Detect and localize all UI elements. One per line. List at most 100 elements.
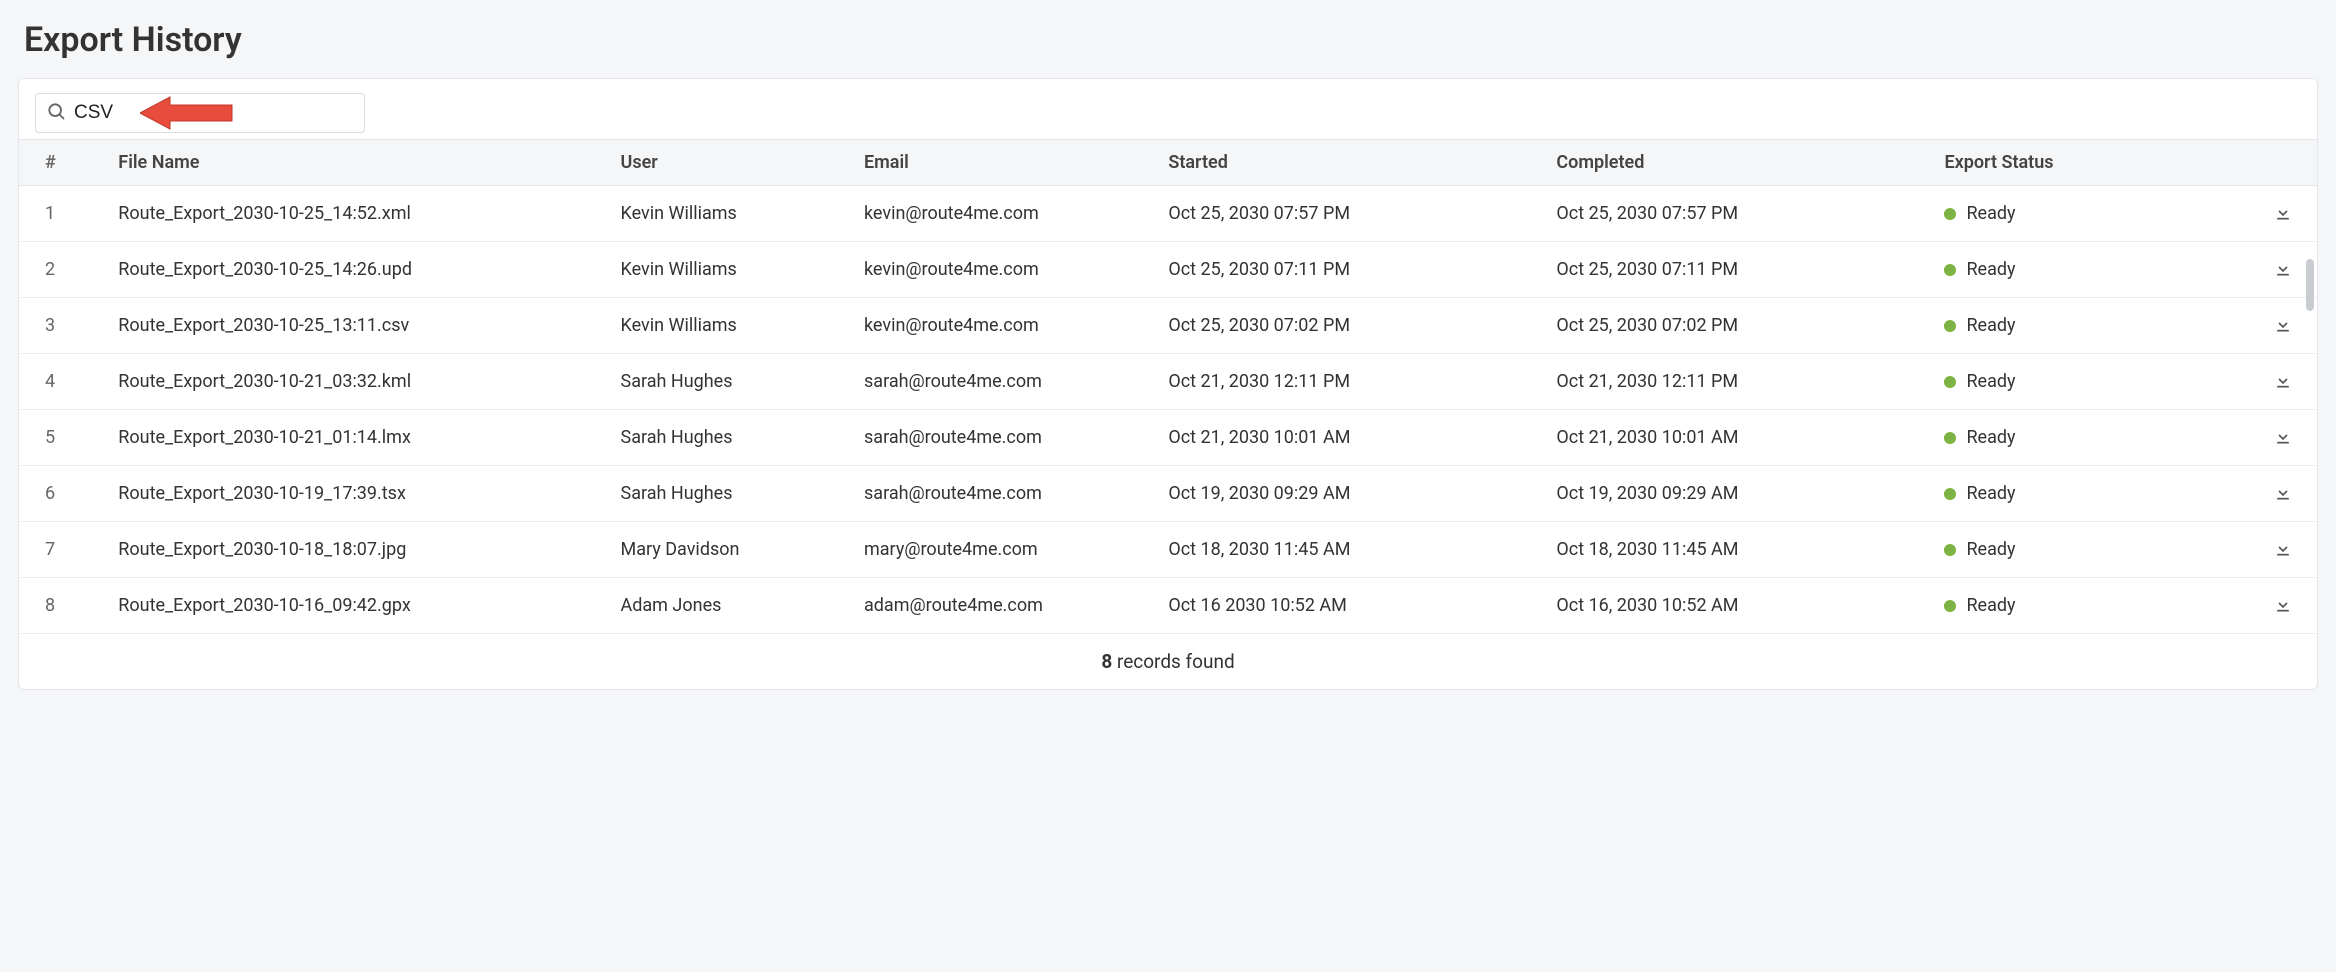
cell-status: Ready [1936,242,2225,298]
status-text: Ready [1966,315,2015,336]
download-icon [2273,370,2293,390]
download-button[interactable] [2271,480,2295,504]
cell-email: sarah@route4me.com [856,410,1160,466]
records-label: records found [1112,650,1234,673]
cell-started: Oct 25, 2030 07:11 PM [1160,242,1548,298]
status-dot-icon [1944,432,1956,444]
cell-user: Sarah Hughes [613,466,856,522]
cell-started: Oct 19, 2030 09:29 AM [1160,466,1548,522]
cell-user: Sarah Hughes [613,410,856,466]
cell-status: Ready [1936,354,2225,410]
cell-status: Ready [1936,578,2225,634]
cell-status: Ready [1936,410,2225,466]
col-header-email[interactable]: Email [856,140,1160,186]
table-row: 8Route_Export_2030-10-16_09:42.gpxAdam J… [19,578,2317,634]
table-row: 1Route_Export_2030-10-25_14:52.xmlKevin … [19,186,2317,242]
status-text: Ready [1966,539,2015,560]
search-input[interactable] [74,102,354,124]
cell-completed: Oct 25, 2030 07:11 PM [1548,242,1936,298]
cell-started: Oct 25, 2030 07:57 PM [1160,186,1548,242]
status-text: Ready [1966,203,2015,224]
cell-user: Kevin Williams [613,186,856,242]
cell-email: mary@route4me.com [856,522,1160,578]
cell-status: Ready [1936,186,2225,242]
cell-number: 8 [19,578,110,634]
cell-filename: Route_Export_2030-10-21_01:14.lmx [110,410,612,466]
cell-started: Oct 16 2030 10:52 AM [1160,578,1548,634]
cell-filename: Route_Export_2030-10-25_13:11.csv [110,298,612,354]
cell-number: 2 [19,242,110,298]
col-header-completed[interactable]: Completed [1548,140,1936,186]
cell-started: Oct 21, 2030 12:11 PM [1160,354,1548,410]
table-row: 5Route_Export_2030-10-21_01:14.lmxSarah … [19,410,2317,466]
cell-completed: Oct 21, 2030 12:11 PM [1548,354,1936,410]
status-dot-icon [1944,208,1956,220]
table-row: 2Route_Export_2030-10-25_14:26.updKevin … [19,242,2317,298]
export-history-table: # File Name User Email Started Completed… [19,139,2317,633]
status-text: Ready [1966,595,2015,616]
cell-filename: Route_Export_2030-10-16_09:42.gpx [110,578,612,634]
download-icon [2273,482,2293,502]
cell-completed: Oct 18, 2030 11:45 AM [1548,522,1936,578]
col-header-user[interactable]: User [613,140,856,186]
records-footer: 8 records found [19,633,2317,689]
cell-status: Ready [1936,522,2225,578]
cell-email: sarah@route4me.com [856,354,1160,410]
page-title: Export History [24,20,2318,60]
cell-user: Mary Davidson [613,522,856,578]
download-icon [2273,314,2293,334]
download-button[interactable] [2271,424,2295,448]
col-header-number[interactable]: # [19,140,110,186]
col-header-download [2226,140,2317,186]
cell-filename: Route_Export_2030-10-25_14:26.upd [110,242,612,298]
status-dot-icon [1944,600,1956,612]
table-row: 4Route_Export_2030-10-21_03:32.kmlSarah … [19,354,2317,410]
download-icon [2273,594,2293,614]
cell-user: Adam Jones [613,578,856,634]
download-icon [2273,538,2293,558]
col-header-status[interactable]: Export Status [1936,140,2225,186]
col-header-filename[interactable]: File Name [110,140,612,186]
cell-number: 5 [19,410,110,466]
cell-completed: Oct 16, 2030 10:52 AM [1548,578,1936,634]
download-button[interactable] [2271,592,2295,616]
cell-number: 6 [19,466,110,522]
status-dot-icon [1944,488,1956,500]
cell-status: Ready [1936,298,2225,354]
scrollbar-thumb[interactable] [2306,259,2314,311]
status-text: Ready [1966,371,2015,392]
cell-completed: Oct 25, 2030 07:57 PM [1548,186,1936,242]
cell-number: 3 [19,298,110,354]
cell-email: sarah@route4me.com [856,466,1160,522]
status-text: Ready [1966,259,2015,280]
table-row: 6Route_Export_2030-10-19_17:39.tsxSarah … [19,466,2317,522]
download-button[interactable] [2271,368,2295,392]
download-icon [2273,426,2293,446]
col-header-started[interactable]: Started [1160,140,1548,186]
cell-email: kevin@route4me.com [856,298,1160,354]
cell-completed: Oct 25, 2030 07:02 PM [1548,298,1936,354]
download-button[interactable] [2271,256,2295,280]
export-history-panel: # File Name User Email Started Completed… [18,78,2318,690]
cell-user: Kevin Williams [613,298,856,354]
cell-user: Kevin Williams [613,242,856,298]
table-row: 7Route_Export_2030-10-18_18:07.jpgMary D… [19,522,2317,578]
status-dot-icon [1944,320,1956,332]
cell-status: Ready [1936,466,2225,522]
table-header-row: # File Name User Email Started Completed… [19,140,2317,186]
table-row: 3Route_Export_2030-10-25_13:11.csvKevin … [19,298,2317,354]
search-input-wrapper[interactable] [35,93,365,133]
status-dot-icon [1944,376,1956,388]
download-button[interactable] [2271,536,2295,560]
cell-filename: Route_Export_2030-10-25_14:52.xml [110,186,612,242]
cell-email: adam@route4me.com [856,578,1160,634]
download-button[interactable] [2271,312,2295,336]
status-dot-icon [1944,264,1956,276]
download-icon [2273,258,2293,278]
status-text: Ready [1966,483,2015,504]
download-icon [2273,202,2293,222]
records-count: 8 [1101,650,1112,673]
download-button[interactable] [2271,200,2295,224]
cell-filename: Route_Export_2030-10-19_17:39.tsx [110,466,612,522]
cell-number: 4 [19,354,110,410]
